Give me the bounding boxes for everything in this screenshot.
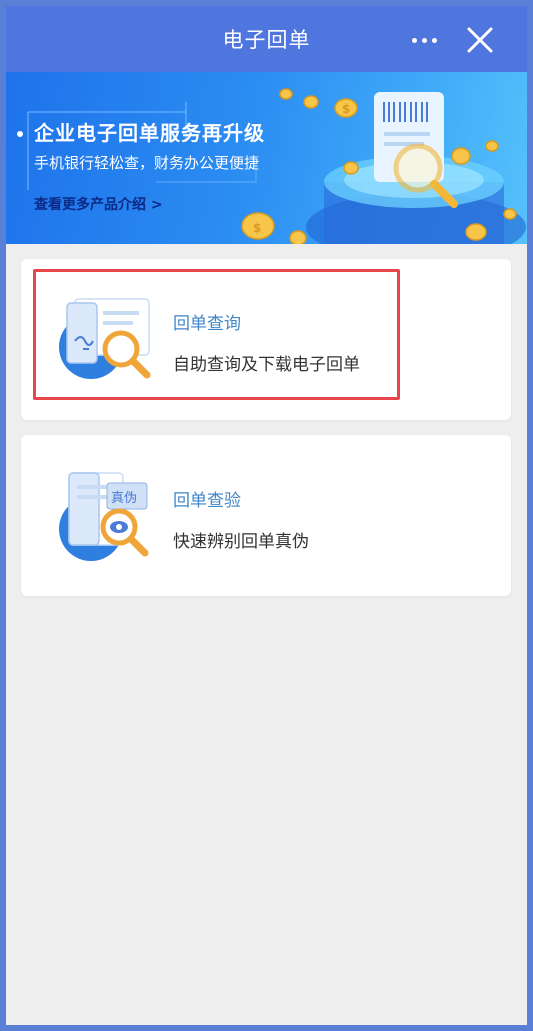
close-icon (467, 27, 493, 53)
promo-banner[interactable]: $ $ 企业电子回单服务再升级 手机银行轻松查，财务办公更便捷 查看更多产品介绍… (6, 72, 527, 244)
page-title: 电子回单 (222, 28, 311, 52)
title-bar: 电子回单 (6, 6, 527, 72)
svg-text:$: $ (342, 102, 350, 116)
more-dot (421, 37, 427, 43)
receipt-query-card[interactable]: 回单查询 自助查询及下载电子回单 (21, 259, 511, 420)
app-frame: 电子回单 $ $ 企业电子回单服务再升级 手机银行轻松查，财务办公更便捷 查看更… (6, 6, 527, 1025)
receipt-verify-card[interactable]: 真伪 回单查验 快速辨别回单真伪 (21, 435, 511, 596)
card-description: 快速辨别回单真伪 (173, 532, 309, 552)
document-search-icon (59, 298, 151, 379)
more-dot (411, 37, 417, 43)
card-title: 回单查询 (173, 314, 241, 334)
close-button[interactable] (465, 25, 495, 55)
card-description: 自助查询及下载电子回单 (173, 355, 360, 375)
authenticity-tag: 真伪 (111, 491, 137, 506)
more-products-link[interactable]: 查看更多产品介绍 > (34, 194, 163, 214)
svg-text:$: $ (253, 221, 261, 235)
card-title: 回单查验 (173, 491, 241, 511)
more-button[interactable] (404, 28, 444, 52)
document-verify-icon: 真伪 (59, 472, 149, 561)
more-dot (431, 37, 437, 43)
banner-title: 企业电子回单服务再升级 (34, 121, 265, 145)
banner-subtitle: 手机银行轻松查，财务办公更便捷 (34, 154, 260, 172)
